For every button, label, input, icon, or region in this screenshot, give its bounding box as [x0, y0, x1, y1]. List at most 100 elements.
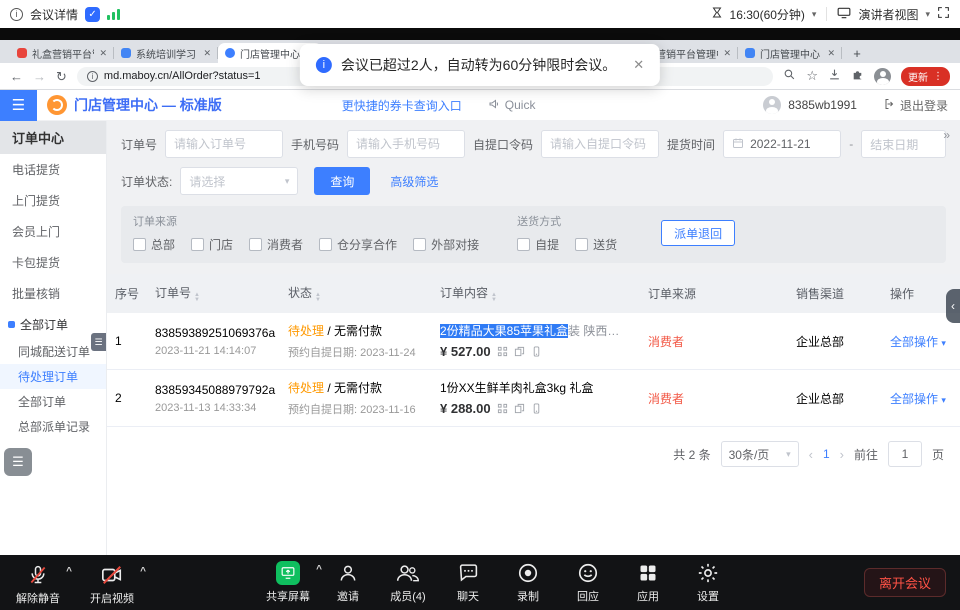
dispatch-return-button[interactable]: 派单退回	[661, 220, 735, 246]
row-content[interactable]: 2份精品大果85苹果礼盒装 陕西…¥ 527.00	[432, 313, 640, 370]
col-order-no[interactable]: 订单号▲▼	[147, 274, 280, 313]
goto-page-input[interactable]: 1	[888, 441, 922, 467]
checkbox-icon[interactable]	[133, 238, 146, 251]
table-row[interactable]: 2 83859345088979792a2023-11-13 14:33:34 …	[107, 370, 960, 427]
chat-button[interactable]: 聊天	[446, 561, 490, 604]
view-mode-selector[interactable]: 演讲者视图	[858, 6, 918, 23]
toast-close-icon[interactable]: ✕	[633, 57, 644, 73]
apps-button[interactable]: 应用	[626, 561, 670, 604]
chevron-up-icon[interactable]: ^	[316, 564, 322, 575]
row-actions[interactable]: 全部操作 ▾	[882, 370, 960, 427]
checkbox-icon[interactable]	[413, 238, 426, 251]
checkbox-icon[interactable]	[575, 238, 588, 251]
new-tab-button[interactable]: +	[848, 44, 866, 62]
page-info-icon[interactable]: i	[87, 71, 98, 82]
extensions-puzzle-icon[interactable]	[851, 68, 864, 84]
start-video-button[interactable]: 开启视频 ^	[90, 563, 134, 606]
col-status[interactable]: 状态▲▼	[280, 274, 432, 313]
sidebar-item-pending-orders[interactable]: 待处理订单	[0, 364, 106, 389]
quick-entry[interactable]: Quick	[488, 98, 536, 113]
reaction-button[interactable]: 回应	[566, 561, 610, 604]
view-dropdown-icon[interactable]: ▾	[925, 9, 930, 20]
next-page-icon[interactable]: ›	[840, 447, 844, 462]
invite-button[interactable]: 邀请	[326, 561, 370, 604]
sidebar-item-member-visit[interactable]: 会员上门	[0, 216, 106, 247]
meeting-details-link[interactable]: 会议详情	[30, 6, 78, 23]
tab-close-icon[interactable]: ✕	[99, 48, 107, 59]
record-button[interactable]: 录制	[506, 561, 550, 604]
order-status-select[interactable]: 请选择▾	[180, 167, 298, 195]
chevron-up-icon[interactable]: ^	[66, 566, 72, 577]
fullscreen-icon[interactable]	[937, 6, 950, 22]
kebab-menu-icon[interactable]: ⋮	[933, 71, 943, 82]
phone-icon[interactable]	[531, 346, 542, 360]
sidebar-item-hq-dispatch-log[interactable]: 总部派单记录	[0, 414, 106, 439]
chevron-up-icon[interactable]: ^	[140, 566, 146, 577]
table-row[interactable]: 1 83859389251069376a2023-11-21 14:14:07 …	[107, 313, 960, 370]
pickup-code-input[interactable]	[541, 130, 659, 158]
browser-tab[interactable]: 系统培训学习✕	[114, 43, 218, 63]
checkbox-external[interactable]: 外部对接	[413, 236, 479, 253]
qr-icon[interactable]	[497, 403, 508, 417]
sidebar-section-order-center[interactable]: 订单中心	[0, 121, 106, 154]
info-icon[interactable]: i	[10, 8, 23, 21]
checkbox-store[interactable]: 门店	[191, 236, 233, 253]
coupon-query-link[interactable]: 更快捷的券卡查询入口	[342, 97, 462, 114]
checkbox-icon[interactable]	[249, 238, 262, 251]
leave-meeting-button[interactable]: 离开会议	[864, 568, 946, 597]
refresh-icon[interactable]: ↻	[56, 70, 67, 83]
floating-list-icon[interactable]: ☰	[4, 448, 32, 476]
settings-button[interactable]: 设置	[686, 561, 730, 604]
tab-close-icon[interactable]: ✕	[203, 48, 211, 59]
tab-close-icon[interactable]: ✕	[723, 48, 731, 59]
unmute-button[interactable]: 解除静音 ^	[16, 563, 60, 606]
order-no-input[interactable]	[165, 130, 283, 158]
copy-icon[interactable]	[514, 403, 525, 417]
bookmark-star-icon[interactable]: ☆	[806, 68, 818, 84]
current-page[interactable]: 1	[823, 447, 830, 461]
qr-icon[interactable]	[497, 346, 508, 360]
list-toggle-icon[interactable]: ☰	[91, 333, 106, 351]
advanced-filter-link[interactable]: 高级筛选	[390, 173, 438, 190]
back-icon[interactable]: ←	[10, 70, 23, 83]
phone-input[interactable]	[347, 130, 465, 158]
copy-icon[interactable]	[514, 346, 525, 360]
checkbox-icon[interactable]	[191, 238, 204, 251]
timer-dropdown-icon[interactable]: ▾	[812, 9, 817, 20]
hamburger-menu-icon[interactable]: ☰	[0, 90, 37, 121]
checkbox-icon[interactable]	[319, 238, 332, 251]
sidebar-item-card-pickup[interactable]: 卡包提货	[0, 247, 106, 278]
sidebar-item-all-orders[interactable]: 全部订单	[0, 389, 106, 414]
forward-icon[interactable]: →	[33, 70, 46, 83]
checkbox-delivery[interactable]: 送货	[575, 236, 617, 253]
sort-icon[interactable]: ▲▼	[315, 293, 321, 303]
profile-avatar[interactable]	[874, 68, 891, 85]
sidebar-item-door-pickup[interactable]: 上门提货	[0, 185, 106, 216]
checkbox-consumer[interactable]: 消费者	[249, 236, 303, 253]
phone-icon[interactable]	[531, 403, 542, 417]
collapse-arrows-icon[interactable]: »	[943, 128, 950, 142]
checkbox-hq[interactable]: 总部	[133, 236, 175, 253]
search-lens-icon[interactable]	[783, 68, 796, 84]
share-screen-button[interactable]: 共享屏幕 ^	[266, 561, 310, 604]
search-button[interactable]: 查询	[314, 167, 370, 195]
download-icon[interactable]	[828, 68, 841, 84]
page-size-select[interactable]: 30条/页▾	[721, 441, 799, 467]
tab-close-icon[interactable]: ✕	[827, 48, 835, 59]
sidebar-item-phone-pickup[interactable]: 电话提货	[0, 154, 106, 185]
end-date-input[interactable]: 结束日期	[861, 130, 946, 158]
sidebar-item-batch-verify[interactable]: 批量核销	[0, 278, 106, 309]
browser-update-button[interactable]: 更新⋮	[901, 67, 950, 86]
checkbox-self-pickup[interactable]: 自提	[517, 236, 559, 253]
col-content[interactable]: 订单内容▲▼	[432, 274, 640, 313]
user-avatar[interactable]	[763, 96, 781, 114]
checkbox-warehouse-coop[interactable]: 仓分享合作	[319, 236, 397, 253]
panel-collapse-handle[interactable]: ‹	[946, 289, 960, 323]
row-content[interactable]: 1份XX生鲜羊肉礼盒3kg 礼盒¥ 288.00	[432, 370, 640, 427]
prev-page-icon[interactable]: ‹	[809, 447, 813, 462]
start-date-input[interactable]: 2022-11-21	[723, 130, 841, 158]
logout-button[interactable]: 退出登录	[884, 97, 948, 114]
checkbox-icon[interactable]	[517, 238, 530, 251]
browser-tab[interactable]: 门店管理中心✕	[738, 43, 842, 63]
members-button[interactable]: 成员(4)	[386, 561, 430, 604]
